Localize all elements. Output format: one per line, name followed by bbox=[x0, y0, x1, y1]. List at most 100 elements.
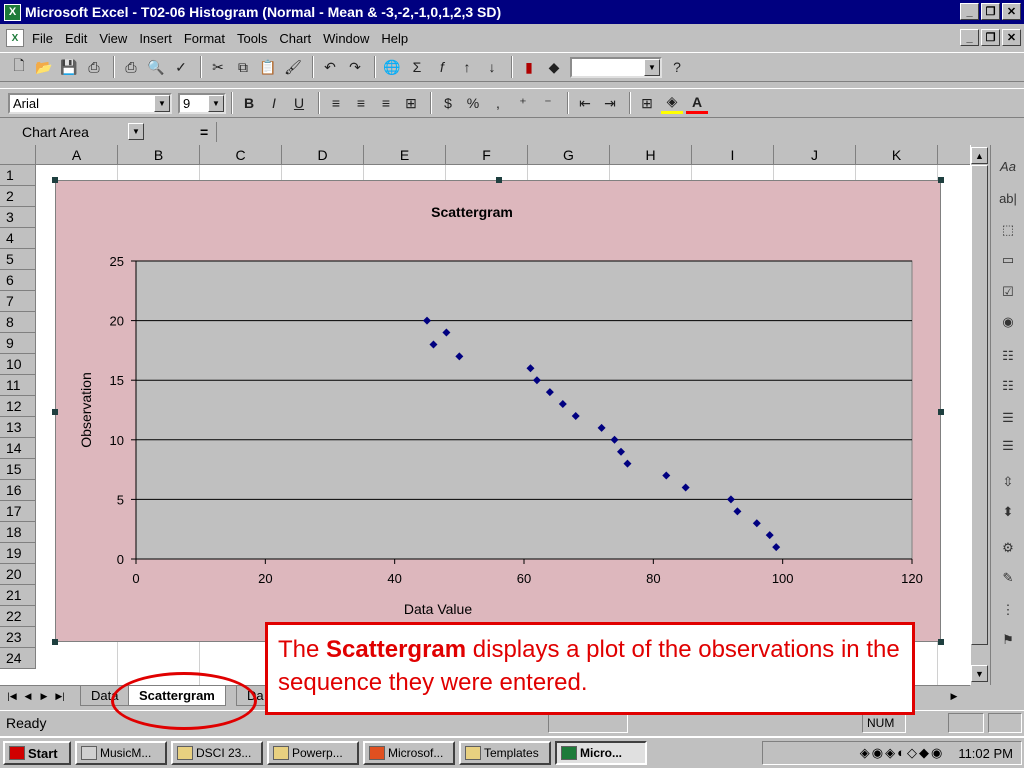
button-icon[interactable]: ▭ bbox=[997, 249, 1019, 271]
increase-indent-icon[interactable]: ⇥ bbox=[599, 92, 621, 114]
row-header[interactable]: 2 bbox=[0, 186, 36, 207]
function-icon[interactable]: f bbox=[431, 56, 453, 78]
worksheet-grid[interactable]: ABCDEFGHIJK 1 2 3 4 5 6 7 8 9 10 11 12 13 14 15 16 17 18 1… bbox=[0, 145, 970, 685]
row-header[interactable]: 1 bbox=[0, 165, 36, 186]
resize-handle[interactable] bbox=[52, 409, 58, 415]
column-header[interactable]: G bbox=[528, 145, 610, 165]
menu-format[interactable]: Format bbox=[184, 31, 225, 46]
chevron-down-icon[interactable]: ▼ bbox=[208, 94, 224, 112]
help-icon[interactable]: ? bbox=[666, 56, 688, 78]
column-header[interactable]: I bbox=[692, 145, 774, 165]
row-header[interactable]: 17 bbox=[0, 501, 36, 522]
spinner-icon[interactable]: ⬍ bbox=[997, 501, 1019, 523]
row-header[interactable]: 8 bbox=[0, 312, 36, 333]
font-size-combo[interactable]: 9 ▼ bbox=[178, 92, 226, 114]
undo-icon[interactable]: ↶ bbox=[319, 56, 341, 78]
copy-icon[interactable]: ⧉ bbox=[232, 56, 254, 78]
taskbar-item-dsci[interactable]: DSCI 23... bbox=[171, 741, 263, 765]
row-header[interactable]: 14 bbox=[0, 438, 36, 459]
clock[interactable]: 11:02 PM bbox=[958, 746, 1013, 761]
menu-file[interactable]: File bbox=[32, 31, 53, 46]
currency-icon[interactable]: $ bbox=[437, 92, 459, 114]
option-button-icon[interactable]: ◉ bbox=[997, 311, 1019, 333]
combo-box-icon[interactable]: ☷ bbox=[997, 375, 1019, 397]
menu-window[interactable]: Window bbox=[323, 31, 369, 46]
scroll-down-icon[interactable]: ▼ bbox=[971, 665, 988, 682]
borders-icon[interactable]: ⊞ bbox=[636, 92, 658, 114]
row-header[interactable]: 18 bbox=[0, 522, 36, 543]
print-preview-icon[interactable]: 🔍 bbox=[145, 56, 167, 78]
resize-handle[interactable] bbox=[938, 409, 944, 415]
row-header[interactable]: 22 bbox=[0, 606, 36, 627]
row-header[interactable]: 4 bbox=[0, 228, 36, 249]
menu-view[interactable]: View bbox=[99, 31, 127, 46]
next-sheet-icon[interactable]: ▶ bbox=[38, 689, 50, 703]
autosum-icon[interactable]: Σ bbox=[406, 56, 428, 78]
row-header[interactable]: 16 bbox=[0, 480, 36, 501]
column-header[interactable]: A bbox=[36, 145, 118, 165]
open-icon[interactable]: 📂 bbox=[33, 56, 55, 78]
list-box-icon[interactable]: ☷ bbox=[997, 345, 1019, 367]
row-header[interactable]: 21 bbox=[0, 585, 36, 606]
paste-icon[interactable]: 📋 bbox=[257, 56, 279, 78]
formula-input[interactable] bbox=[216, 122, 1022, 142]
control-properties-icon[interactable]: ⚙ bbox=[997, 537, 1019, 559]
row-header[interactable]: 6 bbox=[0, 270, 36, 291]
combo-list-edit-icon[interactable]: ☰ bbox=[997, 407, 1019, 429]
column-header[interactable]: J bbox=[774, 145, 856, 165]
taskbar-item-powerpoint[interactable]: Powerp... bbox=[267, 741, 359, 765]
taskbar-item-music[interactable]: MusicM... bbox=[75, 741, 167, 765]
column-header[interactable]: F bbox=[446, 145, 528, 165]
zoom-combo[interactable]: ▼ bbox=[570, 56, 662, 78]
row-header[interactable]: 23 bbox=[0, 627, 36, 648]
align-center-icon[interactable]: ≡ bbox=[350, 92, 372, 114]
edit-code-icon[interactable]: ✎ bbox=[997, 567, 1019, 589]
group-box-icon[interactable]: ⬚ bbox=[997, 219, 1019, 241]
underline-icon[interactable]: U bbox=[288, 92, 310, 114]
menu-help[interactable]: Help bbox=[381, 31, 408, 46]
toggle-grid-icon[interactable]: ⋮ bbox=[997, 599, 1019, 621]
drawing-icon[interactable]: ◆ bbox=[543, 56, 565, 78]
menu-insert[interactable]: Insert bbox=[139, 31, 172, 46]
restore-button[interactable]: ❐ bbox=[981, 3, 1000, 20]
vertical-scrollbar[interactable]: ▲ ▼ bbox=[970, 145, 988, 685]
row-header[interactable]: 19 bbox=[0, 543, 36, 564]
resize-handle[interactable] bbox=[52, 177, 58, 183]
scatter-chart[interactable]: 0 5 10 15 20 25 0 20 40 60 80 100 120 Scattergram Data… bbox=[56, 181, 942, 643]
sort-descending-icon[interactable]: ↓ bbox=[481, 56, 503, 78]
row-header[interactable]: 15 bbox=[0, 459, 36, 480]
row-header[interactable]: 12 bbox=[0, 396, 36, 417]
font-color-icon[interactable]: A bbox=[686, 92, 708, 114]
decrease-indent-icon[interactable]: ⇤ bbox=[574, 92, 596, 114]
row-header[interactable]: 7 bbox=[0, 291, 36, 312]
horizontal-scroll-right-icon[interactable]: ▶ bbox=[944, 689, 964, 703]
chart-area[interactable]: 0 5 10 15 20 25 0 20 40 60 80 100 120 Scattergram Data… bbox=[52, 177, 944, 645]
italic-icon[interactable]: I bbox=[263, 92, 285, 114]
doc-close-button[interactable]: ✕ bbox=[1002, 29, 1021, 46]
column-header[interactable]: E bbox=[364, 145, 446, 165]
merge-center-icon[interactable]: ⊞ bbox=[400, 92, 422, 114]
row-header[interactable]: 20 bbox=[0, 564, 36, 585]
chevron-down-icon[interactable]: ▼ bbox=[154, 94, 170, 112]
close-button[interactable]: ✕ bbox=[1002, 3, 1021, 20]
checkbox-icon[interactable]: ☑ bbox=[997, 281, 1019, 303]
spelling-icon[interactable]: ✓ bbox=[170, 56, 192, 78]
web-icon[interactable]: ⎙ bbox=[83, 56, 105, 78]
column-header[interactable]: B bbox=[118, 145, 200, 165]
menu-chart[interactable]: Chart bbox=[279, 31, 311, 46]
redo-icon[interactable]: ↷ bbox=[344, 56, 366, 78]
column-header[interactable]: H bbox=[610, 145, 692, 165]
doc-restore-button[interactable]: ❐ bbox=[981, 29, 1000, 46]
increase-decimal-icon[interactable]: ⁺ bbox=[512, 92, 534, 114]
prev-sheet-icon[interactable]: ◀ bbox=[22, 689, 34, 703]
tray-icons[interactable]: ◈◉◈◐◇◆◉ bbox=[860, 745, 945, 761]
row-header[interactable]: 24 bbox=[0, 648, 36, 669]
print-icon[interactable]: ⎙ bbox=[120, 56, 142, 78]
doc-minimize-button[interactable]: _ bbox=[960, 29, 979, 46]
resize-handle[interactable] bbox=[938, 639, 944, 645]
comma-icon[interactable]: , bbox=[487, 92, 509, 114]
font-combo[interactable]: Arial ▼ bbox=[8, 92, 172, 114]
row-header[interactable]: 13 bbox=[0, 417, 36, 438]
first-sheet-icon[interactable]: |◀ bbox=[6, 689, 18, 703]
run-dialog-icon[interactable]: ⚑ bbox=[997, 629, 1019, 651]
